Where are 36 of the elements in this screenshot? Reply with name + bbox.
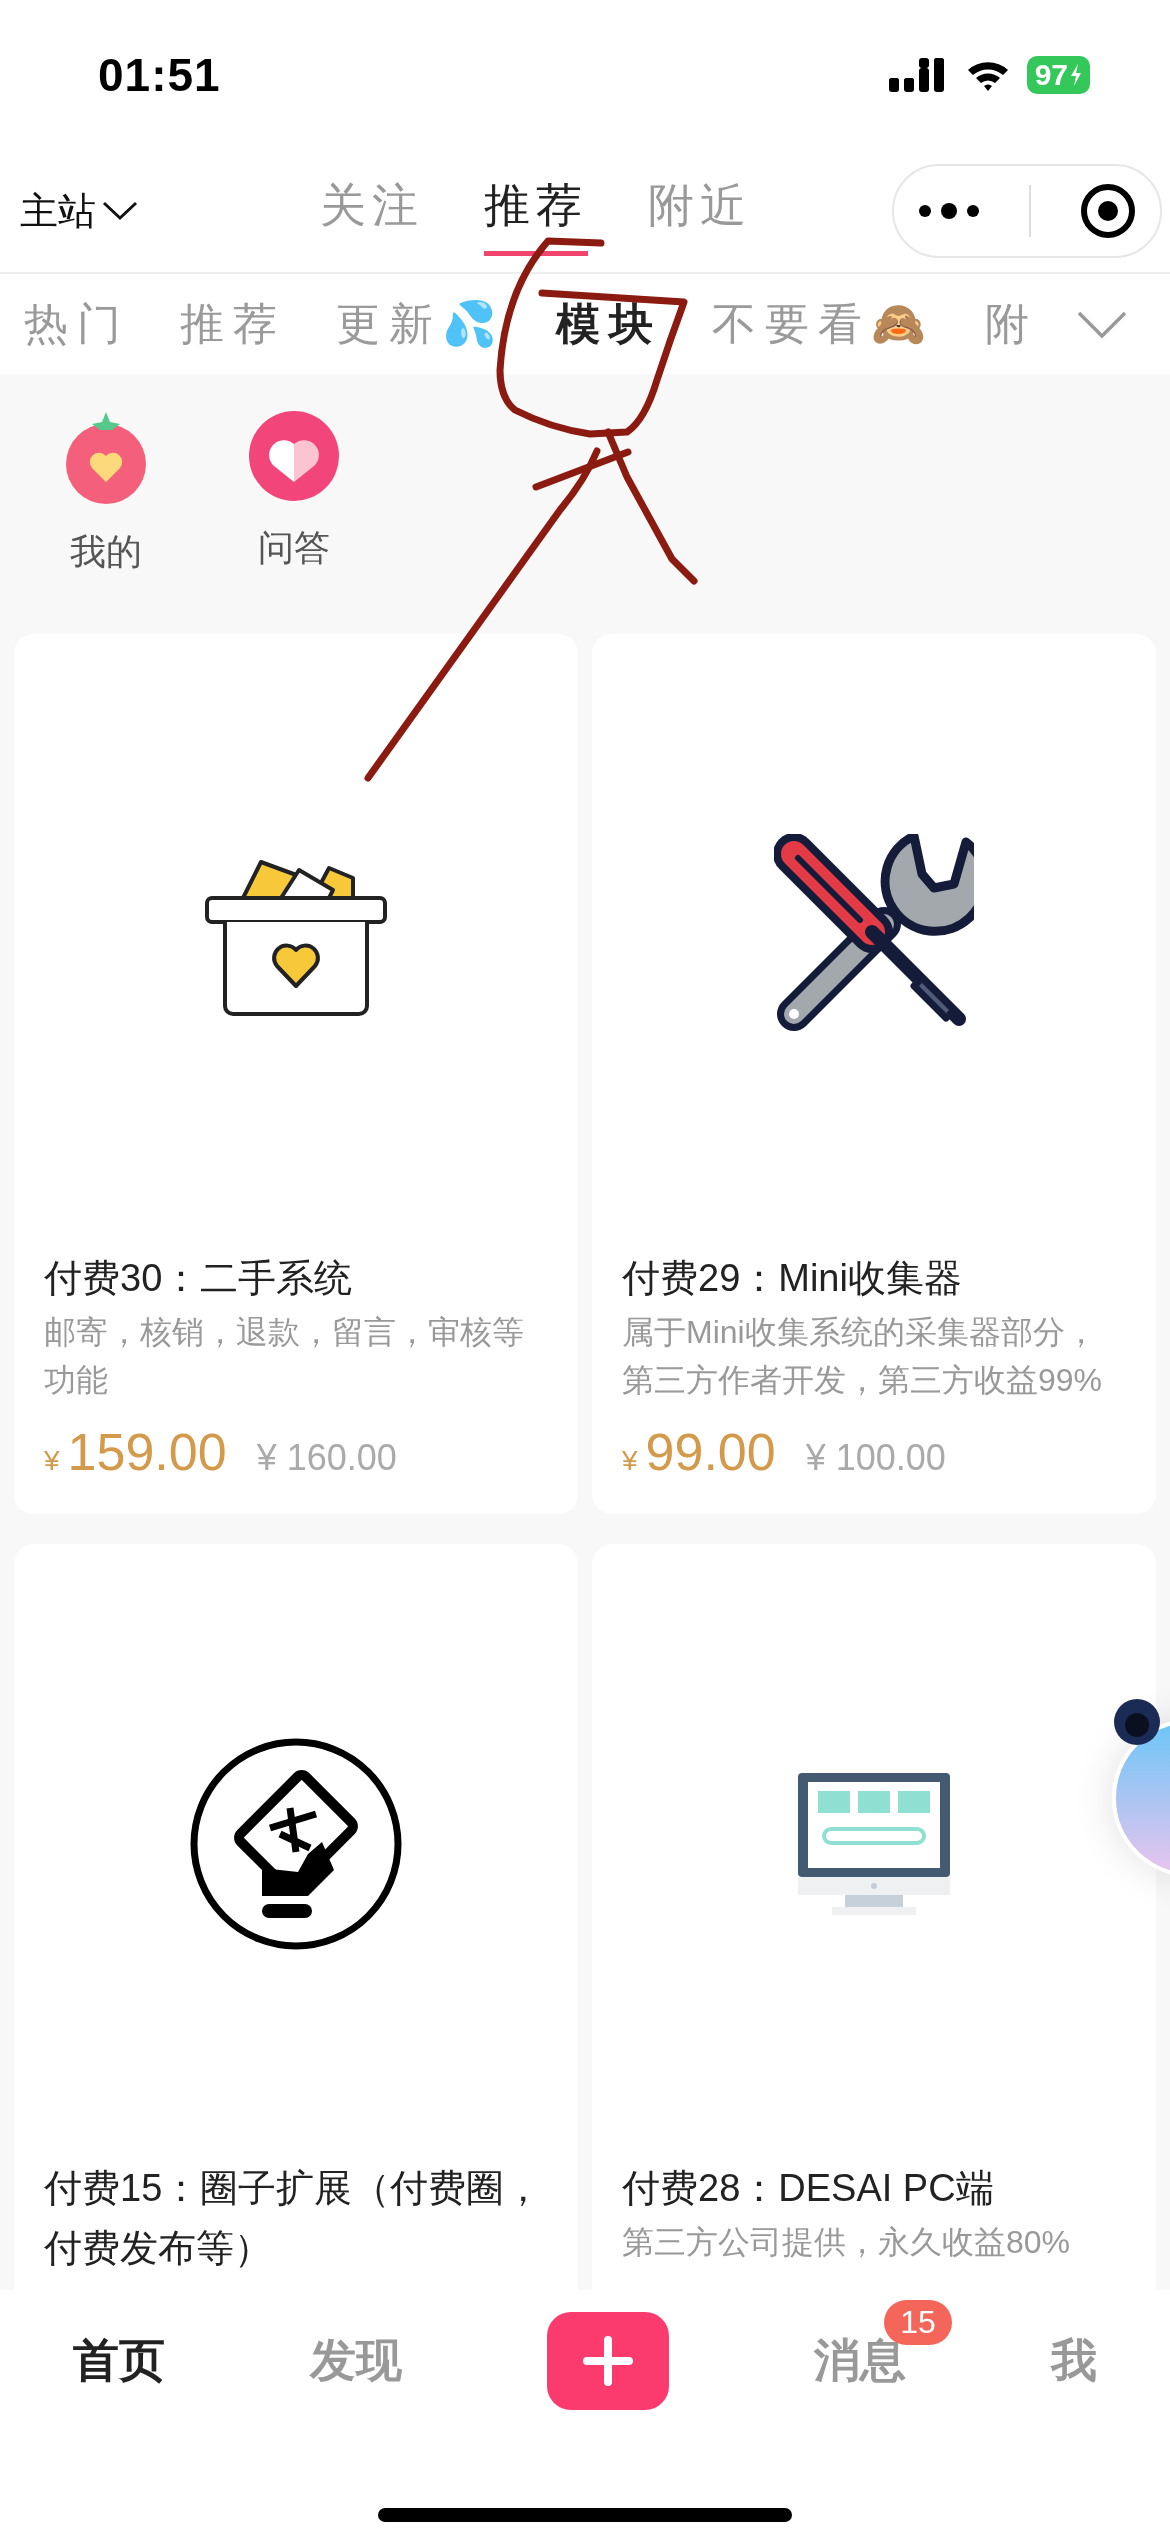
product-description: 邮寄，核销，退款，留言，审核等功能 bbox=[44, 1313, 525, 1400]
tools-icon bbox=[774, 834, 974, 1034]
site-switcher[interactable]: 主站 bbox=[20, 185, 320, 237]
product-card[interactable]: 付费30：二手系统 邮寄，核销，退款，留言，审核等功能 ¥159.00 ¥ 160.00 bbox=[14, 634, 578, 1514]
monitor-icon bbox=[798, 1773, 950, 1915]
tab-bar-item[interactable]: 首页 bbox=[72, 2310, 165, 2412]
product-card[interactable]: 付费29：Mini收集器 属于Mini收集系统的采集器部分，第三方作者开发，第三方收益99% ¥99.00 ¥ 100.00 bbox=[592, 634, 1156, 1514]
status-time: 01:51 bbox=[98, 48, 221, 102]
product-card[interactable]: 付费28：DESAI PC端 第三方公司提供，永久收益80% bbox=[592, 1544, 1156, 2290]
close-target-icon[interactable] bbox=[1079, 183, 1136, 239]
more-icon[interactable] bbox=[918, 203, 981, 219]
tomato-icon[interactable] bbox=[64, 410, 148, 506]
product-description: 属于Mini收集系统的采集器部分，第三方作者开发，第三方收益99% bbox=[622, 1313, 1104, 1400]
battery-icon: 97 bbox=[1026, 56, 1090, 94]
product-title: 付费29：Mini收集器 bbox=[622, 1256, 963, 1301]
nav-tab[interactable]: 推荐 bbox=[484, 166, 588, 256]
chevron-down-icon[interactable] bbox=[1076, 310, 1128, 340]
add-button[interactable] bbox=[546, 2312, 669, 2410]
plus-icon bbox=[582, 2336, 633, 2386]
hand-card-icon bbox=[190, 1738, 402, 1950]
currency-symbol: ¥ bbox=[622, 1445, 638, 1477]
chevron-down-icon bbox=[102, 200, 138, 222]
category-tab[interactable]: 模块 bbox=[556, 294, 662, 354]
product-price: 99.00 bbox=[645, 1422, 776, 1482]
product-price: 159.00 bbox=[67, 1422, 227, 1482]
product-title: 付费15：圈子扩展（付费圈，付费发布等） bbox=[44, 2166, 544, 2271]
product-card[interactable]: 付费15：圈子扩展（付费圈，付费发布等） bbox=[14, 1544, 578, 2290]
avatar-icon[interactable] bbox=[1114, 1699, 1160, 1745]
original-price: ¥ 160.00 bbox=[256, 1437, 397, 1479]
currency-symbol: ¥ bbox=[44, 1445, 60, 1477]
original-price: ¥ 100.00 bbox=[805, 1437, 946, 1479]
shortcut-label[interactable]: 问答 bbox=[258, 524, 330, 573]
product-title: 付费28：DESAI PC端 bbox=[622, 2166, 995, 2211]
shortcut-label[interactable]: 我的 bbox=[70, 528, 142, 577]
product-title: 付费30：二手系统 bbox=[44, 1256, 354, 1301]
product-description: 第三方公司提供，永久收益80% bbox=[622, 2223, 1072, 2262]
